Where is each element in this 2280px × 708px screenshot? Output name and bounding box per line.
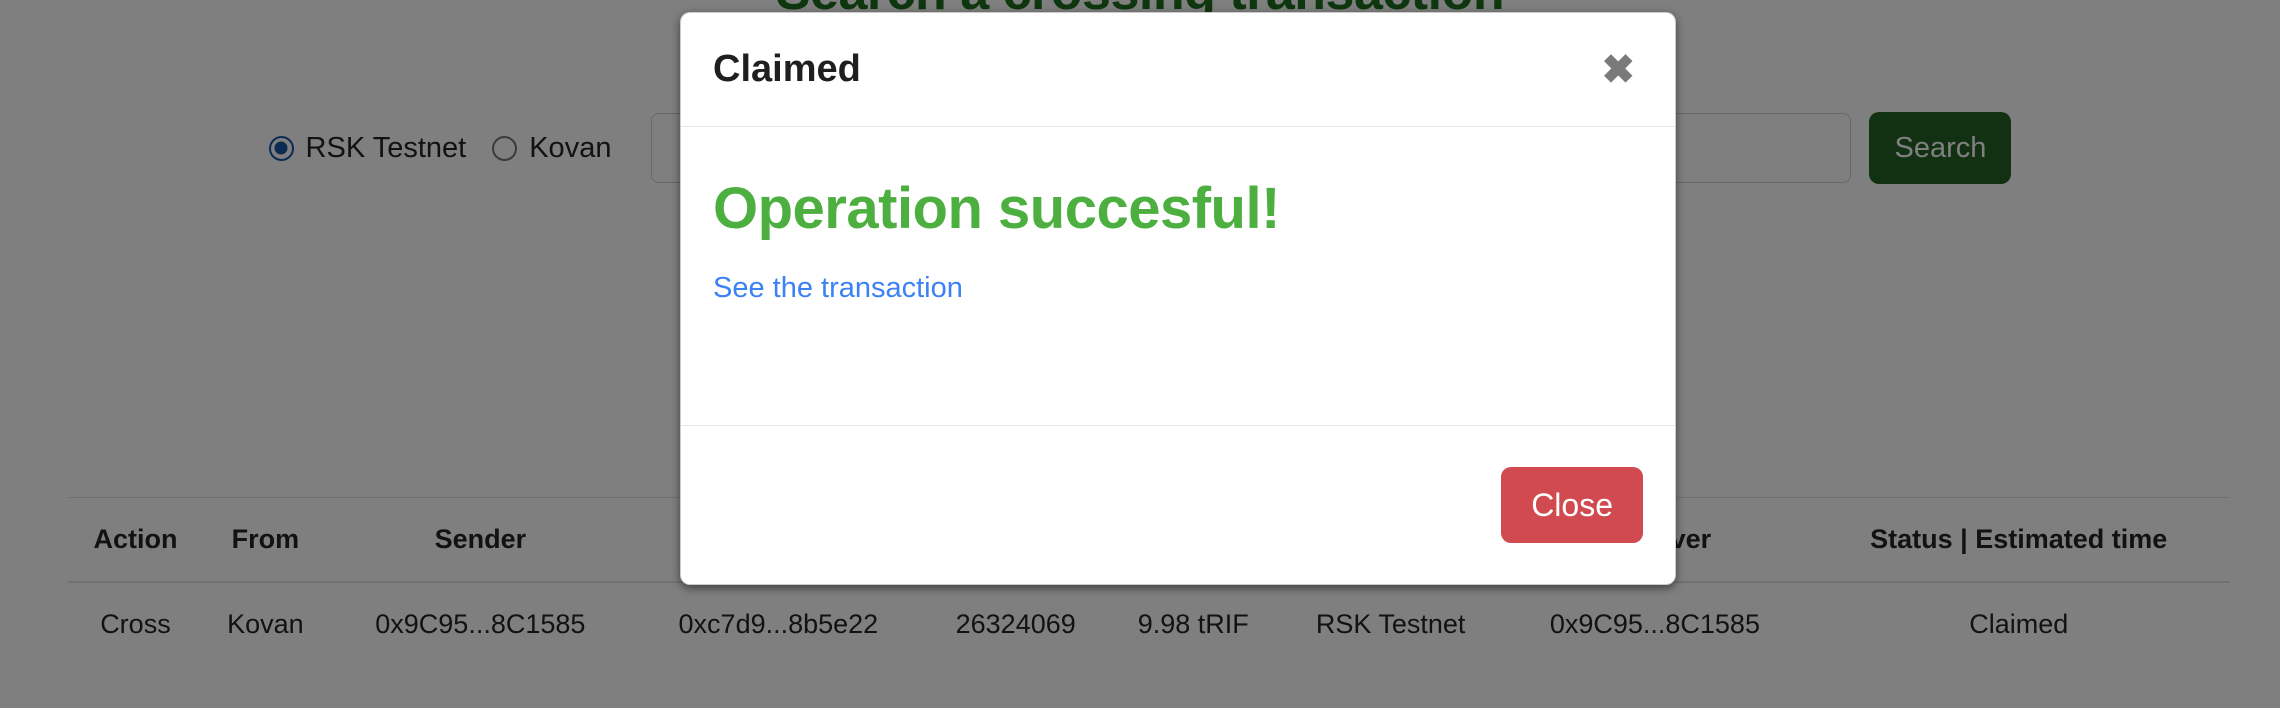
- modal-footer: Close: [681, 426, 1675, 584]
- close-icon[interactable]: ✖: [1591, 46, 1645, 94]
- claimed-modal: Claimed ✖ Operation succesful! See the t…: [680, 12, 1676, 585]
- success-message: Operation succesful!: [713, 176, 1280, 241]
- see-transaction-link[interactable]: See the transaction: [713, 272, 963, 304]
- modal-overlay[interactable]: Claimed ✖ Operation succesful! See the t…: [0, 0, 2280, 708]
- close-button[interactable]: Close: [1501, 467, 1643, 543]
- modal-header: Claimed ✖: [681, 13, 1675, 127]
- modal-title: Claimed: [713, 48, 861, 90]
- modal-body: Operation succesful! See the transaction: [681, 127, 1675, 426]
